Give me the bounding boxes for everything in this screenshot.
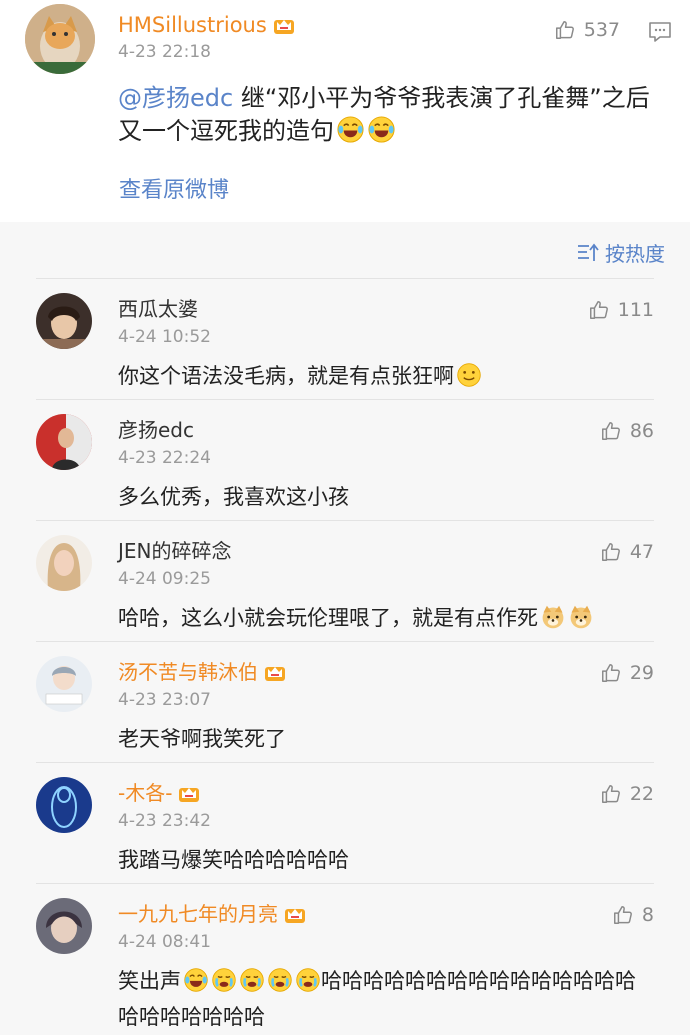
cry-emoji-icon (267, 967, 293, 993)
comment-item: -木各- 4-23 23:42 22 我踏马爆笑哈哈哈哈哈哈 (36, 762, 654, 883)
commenter-avatar[interactable] (36, 535, 92, 591)
sort-label: 按热度 (605, 242, 665, 266)
comment-text: 哈哈，这么小就会玩伦理哏了，就是有点作死 (118, 606, 538, 630)
commenter-name[interactable]: 西瓜太婆 (118, 296, 198, 322)
comment-like-button[interactable]: 111 (588, 299, 654, 321)
comment-like-button[interactable]: 29 (600, 662, 654, 684)
comment-text-prefix: 笑出声 (118, 969, 181, 993)
view-original-link[interactable]: 查看原微博 (119, 172, 229, 204)
comment-time: 4-23 22:24 (118, 448, 211, 468)
comment-time: 4-24 08:41 (118, 932, 211, 952)
comment-item: 西瓜太婆 4-24 10:52 111 你这个语法没毛病，就是有点张狂啊 (36, 278, 654, 399)
comment-item: 彦扬edc 4-23 22:24 86 多么优秀，我喜欢这小孩 (36, 399, 654, 520)
comment-body: 笑出声 哈哈哈哈哈哈哈哈哈哈哈哈哈哈哈哈哈哈哈哈哈哈 (118, 963, 638, 1035)
vip-crown-icon (178, 783, 200, 803)
sort-icon (578, 243, 599, 261)
post-author-avatar[interactable] (25, 4, 95, 74)
laugh-cry-emoji-icon (336, 115, 365, 144)
comment-like-button[interactable]: 22 (600, 783, 654, 805)
comment-text: 你这个语法没毛病，就是有点张狂啊 (118, 364, 454, 388)
doge-emoji-icon (568, 604, 594, 630)
doge-emoji-icon (540, 604, 566, 630)
comment-like-count: 111 (617, 299, 654, 321)
comment-time: 4-24 09:25 (118, 569, 211, 589)
comment-like-count: 86 (629, 420, 654, 442)
comment-like-button[interactable]: 86 (600, 420, 654, 442)
cry-emoji-icon (239, 967, 265, 993)
commenter-avatar[interactable] (36, 656, 92, 712)
smile-emoji-icon (456, 362, 482, 388)
comment-text: 老天爷啊我笑死了 (118, 727, 286, 751)
comment-like-count: 8 (641, 904, 654, 926)
vip-crown-icon (284, 904, 306, 924)
comment-like-count: 47 (629, 541, 654, 563)
comment-like-count: 22 (629, 783, 654, 805)
comment-time: 4-24 10:52 (118, 327, 211, 347)
thumbs-up-icon (600, 420, 622, 442)
comment-like-count: 29 (629, 662, 654, 684)
sort-by-hot-button[interactable]: 按热度 (577, 238, 665, 267)
post-author-name-text[interactable]: HMSillustrious (118, 13, 267, 37)
post-like-count: 537 (583, 19, 620, 41)
thumbs-up-icon (600, 662, 622, 684)
comment-text: 我踏马爆笑哈哈哈哈哈哈 (118, 848, 349, 872)
comment-time: 4-23 23:07 (118, 690, 211, 710)
commenter-avatar[interactable] (36, 898, 92, 954)
comment-item: 一九九七年的月亮 4-24 08:41 8 笑出声 哈哈哈哈哈哈哈哈哈哈哈哈哈哈哈… (36, 883, 654, 1034)
cry-emoji-icon (295, 967, 321, 993)
post-time: 4-23 22:18 (118, 42, 211, 62)
commenter-avatar[interactable] (36, 777, 92, 833)
commenter-name[interactable]: 彦扬edc (118, 417, 194, 443)
comment-icon[interactable] (648, 21, 672, 43)
commenter-name-text[interactable]: -木各- (118, 781, 172, 805)
comment-item: 汤不苦与韩沐伯 4-23 23:07 29 老天爷啊我笑死了 (36, 641, 654, 762)
commenter-avatar[interactable] (36, 414, 92, 470)
commenter-name[interactable]: JEN的碎碎念 (118, 538, 232, 564)
comment-like-button[interactable]: 8 (612, 904, 654, 926)
laugh-cry-emoji-icon (183, 967, 209, 993)
post-like-button[interactable]: 537 (554, 19, 620, 41)
post-card: HMSillustrious 4-23 22:18 537 @彦扬edc 继“邓… (0, 0, 690, 222)
commenter-name[interactable]: 一九九七年的月亮 (118, 901, 306, 927)
comment-like-button[interactable]: 47 (600, 541, 654, 563)
thumbs-up-icon (588, 299, 610, 321)
comment-list: 西瓜太婆 4-24 10:52 111 你这个语法没毛病，就是有点张狂啊 彦扬e… (0, 278, 690, 1034)
post-author-name[interactable]: HMSillustrious (118, 12, 295, 38)
thumbs-up-icon (600, 541, 622, 563)
mention-link[interactable]: @彦扬edc (118, 84, 233, 112)
commenter-name-text[interactable]: 汤不苦与韩沐伯 (118, 660, 258, 684)
vip-crown-icon (264, 662, 286, 682)
commenter-name-text[interactable]: 一九九七年的月亮 (118, 902, 278, 926)
thumbs-up-icon (554, 19, 576, 41)
comment-time: 4-23 23:42 (118, 811, 211, 831)
comment-body: 哈哈，这么小就会玩伦理哏了，就是有点作死 (118, 600, 594, 636)
cry-emoji-icon (211, 967, 237, 993)
comment-item: JEN的碎碎念 4-24 09:25 47 哈哈，这么小就会玩伦理哏了，就是有点… (36, 520, 654, 641)
commenter-name[interactable]: 汤不苦与韩沐伯 (118, 659, 286, 685)
laugh-cry-emoji-icon (367, 115, 396, 144)
commenter-avatar[interactable] (36, 293, 92, 349)
thumbs-up-icon (612, 904, 634, 926)
vip-crown-icon (273, 15, 295, 35)
comment-text: 多么优秀，我喜欢这小孩 (118, 485, 349, 509)
post-body: @彦扬edc 继“邓小平为爷爷我表演了孔雀舞”之后又一个逗死我的造句 (118, 82, 673, 148)
comment-body: 你这个语法没毛病，就是有点张狂啊 (118, 358, 482, 394)
thumbs-up-icon (600, 783, 622, 805)
commenter-name[interactable]: -木各- (118, 780, 200, 806)
